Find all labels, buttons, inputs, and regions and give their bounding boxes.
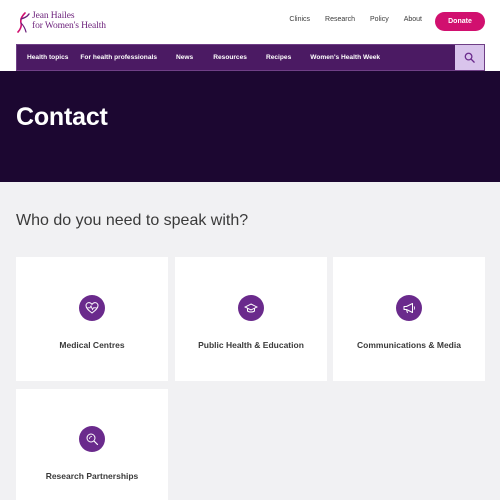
utility-nav: Clinics Research Policy About — [274, 16, 422, 23]
heart-pulse-icon — [79, 295, 105, 321]
card-label: Research Partnerships — [45, 471, 139, 481]
donate-button[interactable]: Donate — [435, 12, 485, 31]
main-nav-health-topics[interactable]: Health topics — [27, 54, 68, 61]
card-label: Public Health & Education — [198, 340, 304, 350]
utility-nav-about[interactable]: About — [404, 16, 422, 23]
utility-nav-clinics[interactable]: Clinics — [289, 16, 310, 23]
hero-banner: Contact — [0, 71, 500, 182]
main-nav: Health topics For health professionals N… — [16, 44, 485, 71]
main-nav-womens-health-week[interactable]: Women's Health Week — [310, 54, 380, 61]
top-bar: Jean Hailes for Women's Health Clinics R… — [0, 0, 500, 44]
search-icon — [464, 52, 475, 63]
logo-figure-icon — [17, 12, 30, 33]
card-public-health-education[interactable]: Public Health & Education — [175, 257, 327, 381]
megaphone-icon — [396, 295, 422, 321]
card-communications-media[interactable]: Communications & Media — [333, 257, 485, 381]
logo-line-2: for Women's Health — [32, 21, 106, 31]
card-label: Communications & Media — [357, 340, 461, 350]
main-nav-health-professionals[interactable]: For health professionals — [80, 54, 157, 61]
main-nav-wrapper: Health topics For health professionals N… — [0, 44, 500, 71]
graduation-cap-icon — [238, 295, 264, 321]
main-nav-news[interactable]: News — [176, 54, 193, 61]
research-icon — [79, 426, 105, 452]
utility-nav-policy[interactable]: Policy — [370, 16, 389, 23]
section-title: Who do you need to speak with? — [16, 212, 249, 229]
search-button[interactable] — [455, 45, 484, 70]
site-logo[interactable]: Jean Hailes for Women's Health — [16, 11, 106, 35]
card-medical-centres[interactable]: Medical Centres — [16, 257, 168, 381]
utility-nav-research[interactable]: Research — [325, 16, 355, 23]
logo-line-1: Jean Hailes — [32, 11, 75, 21]
main-nav-resources[interactable]: Resources — [213, 54, 247, 61]
card-label: Medical Centres — [59, 340, 125, 350]
card-research-partnerships[interactable]: Research Partnerships — [16, 389, 168, 500]
page-title: Contact — [16, 103, 108, 131]
main-nav-recipes[interactable]: Recipes — [266, 54, 291, 61]
